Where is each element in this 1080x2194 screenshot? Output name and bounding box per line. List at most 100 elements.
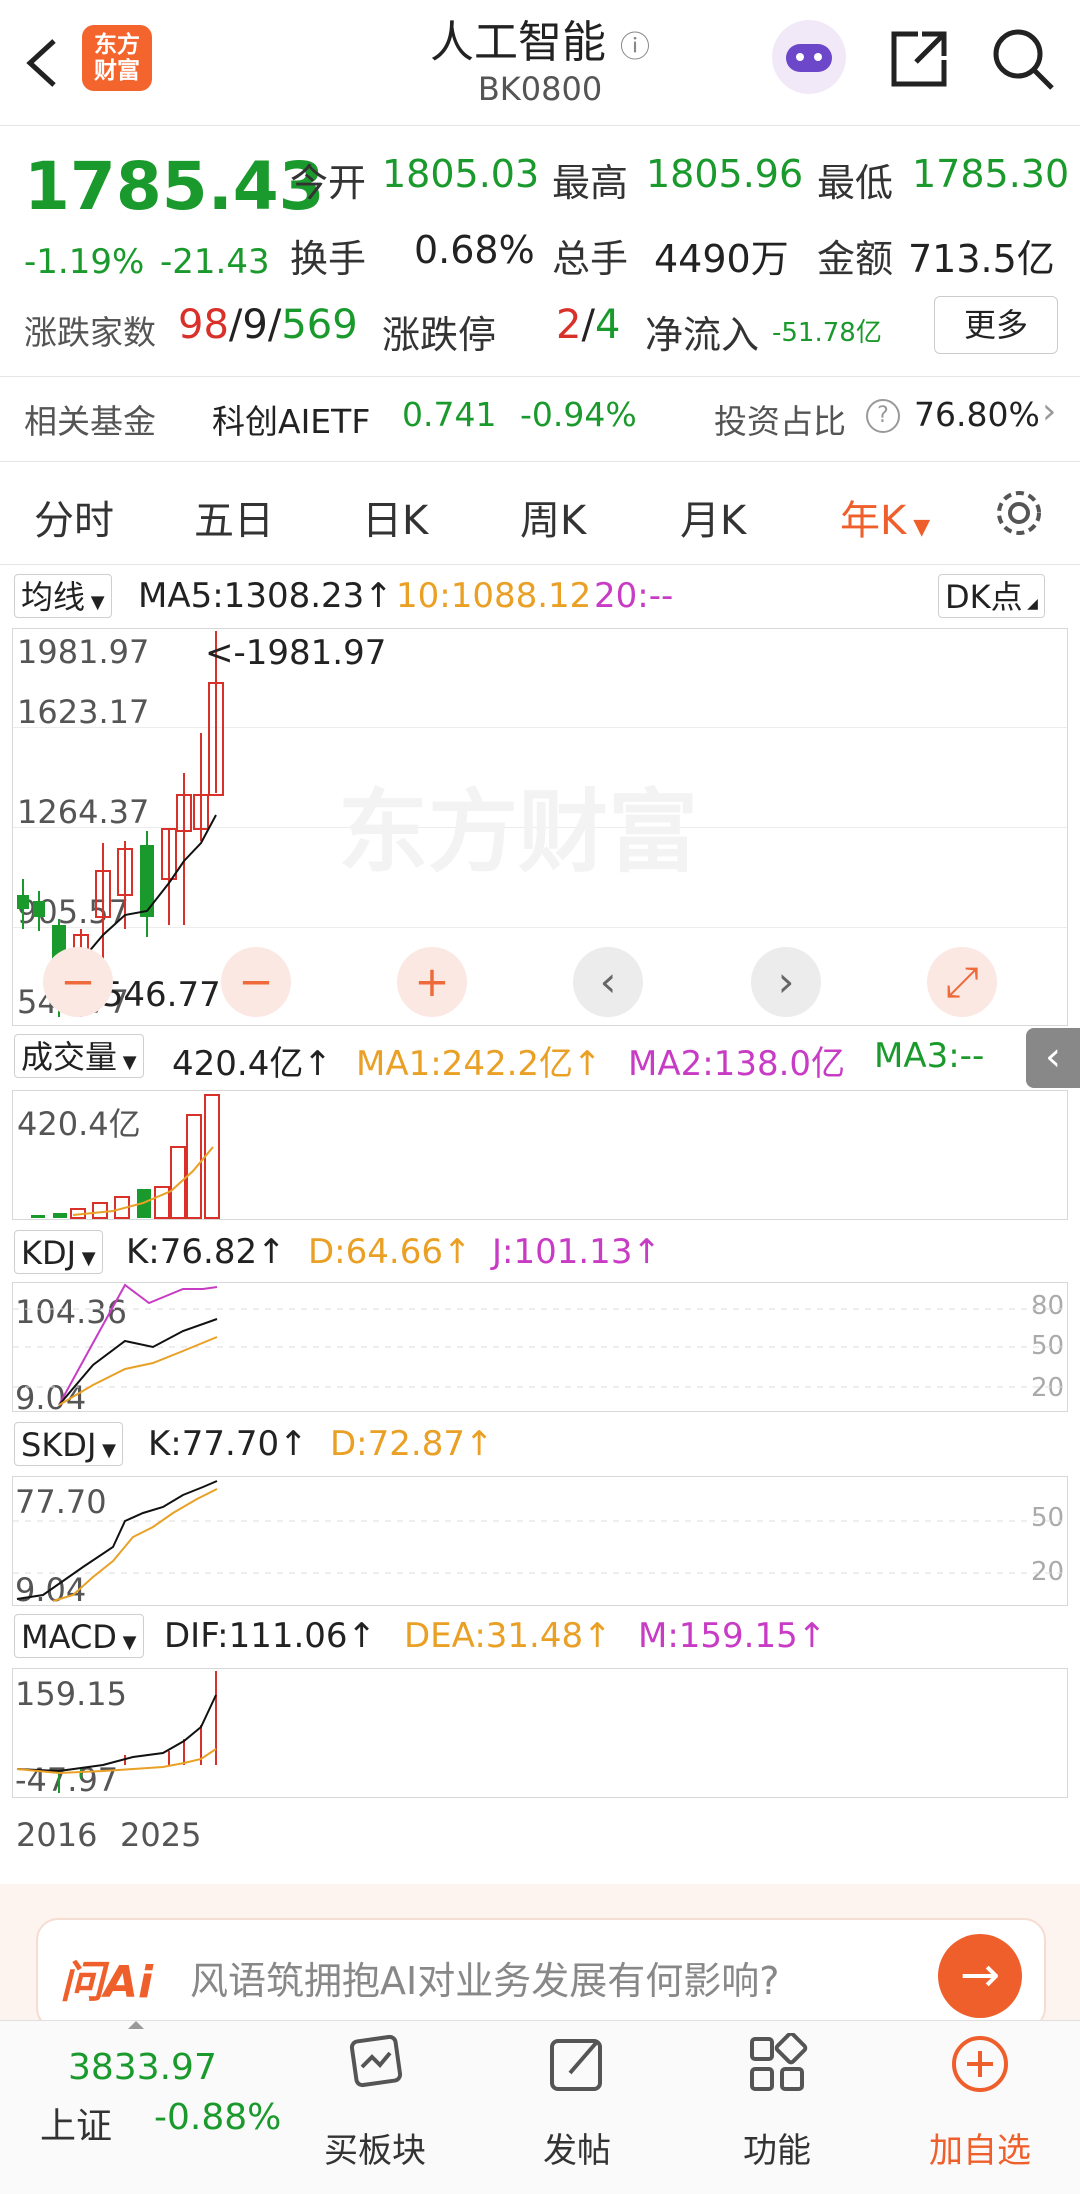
index-value[interactable]: 3833.97 [68, 2047, 217, 2088]
skdj-k: K:77.70↑ [148, 1424, 308, 1464]
settings-gear-icon[interactable] [992, 486, 1046, 540]
volume-label: 总手 [552, 237, 629, 281]
turnover-value: 0.68% [414, 228, 535, 272]
ma10-value: 10:1088.12 [396, 576, 592, 616]
macd-dea: DEA:31.48↑ [404, 1616, 612, 1656]
up-triangle-icon [128, 2021, 144, 2029]
limit-label: 涨跌停 [382, 313, 497, 357]
kline-chart[interactable]: 东方财富 1981.97 1623.17 1264.37 905.57 546.… [12, 628, 1068, 1026]
year-start-label: 2016 [16, 1816, 98, 1854]
volume-value: 4490万 [654, 237, 789, 281]
help-icon[interactable]: ? [866, 399, 900, 433]
post-button[interactable]: 发帖 [512, 2029, 642, 2179]
kdj-chart: 104.36 9.04 80 50 20 [12, 1282, 1068, 1417]
volume-bars [31, 1094, 220, 1219]
skdj-lines [13, 1480, 1067, 1602]
tab-intraday[interactable]: 分时 [34, 488, 114, 546]
volume-select[interactable]: 成交量 ▼ [14, 1034, 144, 1078]
ma-select[interactable]: 均线 ▼ [14, 574, 112, 618]
zoom-out-left-button[interactable]: − [43, 947, 113, 1017]
tab-monthly[interactable]: 月K [680, 488, 746, 546]
current-price: 1785.43 [24, 148, 325, 225]
functions-button[interactable]: 功能 [712, 2029, 842, 2179]
macd-chart: 159.15 -47.97 [12, 1668, 1068, 1799]
dk-point-button[interactable]: DK点 ◢ [938, 574, 1045, 618]
volume-value: 420.4亿↑ [172, 1044, 332, 1084]
more-button[interactable]: 更多 [934, 296, 1058, 354]
arrow-right-icon[interactable]: → [938, 1934, 1022, 2018]
index-name: 上证 [40, 2106, 113, 2147]
scroll-right-button[interactable]: › [751, 947, 821, 1017]
buy-sector-label: 买板块 [324, 2131, 426, 2171]
volume-ma3: MA3:-- [874, 1036, 985, 1076]
info-icon[interactable]: ⓘ [620, 30, 650, 65]
low-label: 最低 [817, 161, 894, 205]
low-value: 1785.30 [912, 152, 1070, 196]
header: 东方 财富 人工智能 ⓘ BK0800 [0, 0, 1080, 126]
candlestick-series [17, 631, 224, 1017]
add-circle-icon [952, 2036, 1008, 2092]
macd-select[interactable]: MACD ▼ [14, 1614, 144, 1658]
amount-label: 金额 [817, 237, 894, 281]
kdj-j: J:101.13↑ [492, 1232, 661, 1272]
ma20-value: 20:-- [594, 576, 674, 616]
fund-price: 0.741 [402, 395, 497, 434]
year-end-label: 2025 [120, 1816, 202, 1854]
tab-yearly[interactable]: 年K ▼ [840, 488, 930, 546]
amount-value: 713.5亿 [908, 237, 1055, 281]
post-label: 发帖 [543, 2131, 611, 2171]
tab-five-day[interactable]: 五日 [194, 488, 274, 546]
ai-question-box[interactable]: 问Ai 风语筑拥抱AI对业务发展有何影响? → [36, 1918, 1046, 2030]
scroll-left-button[interactable]: ‹ [573, 947, 643, 1017]
volume-ma1: MA1:242.2亿↑ [356, 1044, 602, 1084]
max-price-marker: <-1981.97 [205, 633, 387, 673]
inflow-label: 净流入 [645, 313, 760, 357]
inflow-value: -51.78亿 [772, 318, 882, 348]
tab-daily[interactable]: 日K [362, 488, 428, 546]
fullscreen-icon[interactable]: ⤢ [927, 947, 997, 1017]
buy-sector-icon [349, 2034, 403, 2088]
search-icon[interactable] [990, 26, 1056, 92]
zoom-in-button[interactable]: + [397, 947, 467, 1017]
ratio-value: 76.80% [914, 395, 1040, 434]
turnover-label: 换手 [290, 237, 367, 281]
ai-question-text: 风语筑拥抱AI对业务发展有何影响? [190, 1959, 780, 2003]
kdj-lines [13, 1283, 1067, 1406]
share-icon[interactable] [886, 26, 952, 92]
change-pct: -1.19% [24, 242, 145, 282]
ma5-value: MA5:1308.23↑ [138, 576, 393, 616]
kdj-k: K:76.82↑ [126, 1232, 286, 1272]
functions-label: 功能 [743, 2131, 811, 2171]
add-watchlist-button[interactable]: 加自选 [912, 2029, 1048, 2179]
bottom-nav: 3833.97 上证 -0.88% 买板块 发帖 功能 加自选 [0, 2020, 1080, 2194]
fund-name: 科创AIETF [212, 402, 371, 441]
volume-chart: 420.4亿 [12, 1090, 1068, 1220]
edit-icon [550, 2039, 602, 2091]
open-value: 1805.03 [382, 152, 540, 196]
change-value: -21.43 [160, 242, 270, 282]
fund-label: 相关基金 [24, 402, 156, 441]
macd-dif: DIF:111.06↑ [164, 1616, 377, 1656]
related-fund-row[interactable]: 相关基金 科创AIETF 0.741 -0.94% 投资占比 ? 76.80% … [0, 376, 1080, 462]
high-value: 1805.96 [646, 152, 804, 196]
robot-assistant-icon[interactable] [772, 20, 846, 94]
zoom-out-button[interactable]: − [221, 947, 291, 1017]
grid-icon [750, 2033, 808, 2091]
kdj-d: D:64.66↑ [308, 1232, 472, 1272]
ratio-label: 投资占比 [714, 402, 846, 441]
limit-counts: 2/4 [556, 302, 621, 348]
period-tabs: 分时 五日 日K 周K 月K 年K ▼ [0, 460, 1080, 565]
macd-m: M:159.15↑ [638, 1616, 827, 1656]
skdj-chart: 77.70 9.04 50 20 [12, 1476, 1068, 1609]
high-label: 最高 [552, 161, 629, 205]
ai-logo: 问Ai [60, 1957, 154, 2008]
collapse-panel-icon[interactable]: ‹ [1026, 1028, 1080, 1088]
skdj-select[interactable]: SKDJ ▼ [14, 1422, 123, 1466]
tab-weekly[interactable]: 周K [520, 488, 586, 546]
kdj-select[interactable]: KDJ ▼ [14, 1230, 103, 1274]
chevron-right-icon: › [1042, 391, 1057, 432]
open-label: 今开 [290, 161, 367, 205]
buy-sector-button[interactable]: 买板块 [310, 2029, 440, 2179]
add-watchlist-label: 加自选 [929, 2131, 1031, 2171]
macd-lines [16, 1671, 217, 1793]
